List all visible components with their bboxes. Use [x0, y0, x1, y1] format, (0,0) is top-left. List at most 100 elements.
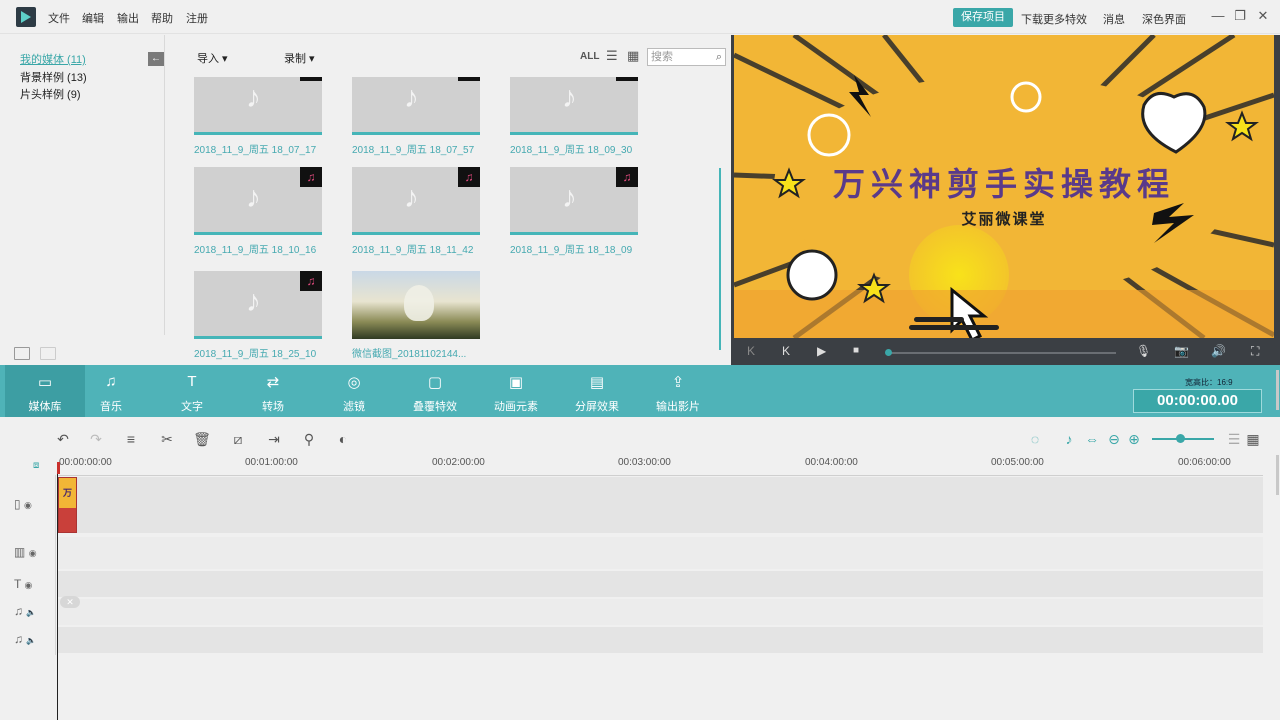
module-overlay[interactable]: ▢ 叠覆特效	[395, 365, 475, 417]
media-item[interactable]: ♪ ♫ 2018_11_9_周五 18_25_10	[194, 271, 322, 367]
module-music[interactable]: ♫ 音乐	[71, 365, 151, 417]
audio-track-1[interactable]	[58, 599, 1263, 625]
menu-export[interactable]: 输出	[117, 10, 139, 26]
tree-item-backgrounds[interactable]: 背景样例 (13)	[20, 69, 87, 85]
restore-button[interactable]: ❐	[1232, 8, 1248, 24]
zoom-slider-handle[interactable]	[1176, 434, 1185, 443]
delete-icon[interactable]: 🗑	[193, 430, 211, 448]
module-filter[interactable]: ◎ 滤镜	[314, 365, 394, 417]
menu-register[interactable]: 注册	[186, 10, 208, 26]
media-item-label: 2018_11_9_周五 18_09_30	[510, 145, 633, 156]
play-button[interactable]: ▶	[817, 344, 826, 358]
messages-link[interactable]: 消息	[1103, 11, 1125, 27]
playhead-handle[interactable]	[57, 462, 60, 474]
module-export[interactable]: ⇪ 输出影片	[638, 365, 718, 417]
import-dropdown[interactable]: 导入 ▾	[197, 50, 228, 66]
stop-button[interactable]: ■	[853, 345, 859, 356]
search-input[interactable]: 搜索 ⌕	[647, 48, 726, 66]
mic-icon[interactable]: 🎙	[1136, 344, 1151, 358]
pip-track-header: ▥ ◉	[14, 545, 54, 559]
list-view-icon[interactable]: ☰	[1225, 430, 1243, 448]
step-forward-button[interactable]: K	[782, 344, 790, 358]
text-icon: T	[187, 373, 197, 390]
module-elements[interactable]: ▣ 动画元素	[476, 365, 556, 417]
menu-file[interactable]: 文件	[48, 10, 70, 26]
grid-view-icon[interactable]: ▦	[1244, 430, 1262, 448]
undo-icon[interactable]: ↶	[54, 430, 72, 448]
dark-ui-link[interactable]: 深色界面	[1142, 11, 1186, 27]
eye-icon[interactable]: ◉	[29, 548, 37, 558]
media-item[interactable]: ♪ 2018_11_9_周五 18_07_57	[352, 77, 480, 173]
elements-icon: ▣	[508, 374, 524, 391]
tree-item-my-media[interactable]: 我的媒体 (11)	[20, 51, 86, 67]
module-split-screen[interactable]: ▤ 分屏效果	[557, 365, 637, 417]
download-effects-link[interactable]: 下载更多特效	[1021, 11, 1087, 27]
media-scrollbar[interactable]	[719, 168, 721, 350]
video-track-header: ▯ ◉	[14, 497, 54, 511]
snap-icon[interactable]: ⧈	[33, 460, 39, 471]
audio-mixer-icon[interactable]: ♪	[1060, 430, 1078, 448]
speaker-icon[interactable]: 🔈	[26, 636, 36, 645]
collapse-panel-button[interactable]: ←	[148, 52, 164, 66]
filter-all[interactable]: ALL	[580, 51, 599, 62]
split-icon[interactable]: ⇥	[265, 430, 283, 448]
eye-icon[interactable]: ◉	[24, 580, 32, 590]
fullscreen-icon[interactable]: ⛶	[1251, 344, 1259, 359]
redo-icon[interactable]: ↷	[87, 430, 105, 448]
preview-scrubber-handle[interactable]	[885, 349, 892, 356]
preview-scrubber-track[interactable]	[888, 352, 1116, 354]
speaker-icon[interactable]: 🔈	[26, 608, 36, 617]
text-track[interactable]	[58, 571, 1263, 597]
pip-track[interactable]	[58, 537, 1263, 569]
tree-item-intros[interactable]: 片头样例 (9)	[20, 86, 81, 102]
aspect-ratio-label[interactable]: 宽高比：16:9	[1185, 377, 1233, 388]
minimize-button[interactable]: —	[1210, 8, 1226, 24]
module-text[interactable]: T 文字	[152, 365, 232, 417]
audio-track-2[interactable]	[58, 627, 1263, 653]
video-clip[interactable]: 万	[58, 477, 77, 533]
media-item[interactable]: 微信截图_20181102144...	[352, 271, 480, 367]
marker-icon[interactable]: ⚲	[300, 430, 318, 448]
transition-icon: ⇄	[266, 374, 280, 391]
menu-edit[interactable]: 编辑	[82, 10, 104, 26]
audio-marker-chip[interactable]: ✕	[60, 596, 80, 608]
save-project-button[interactable]: 保存项目	[953, 8, 1013, 27]
search-icon: ⌕	[715, 51, 722, 63]
volume-icon[interactable]: 🔊	[1211, 344, 1226, 358]
right-scrollbar-top[interactable]	[1276, 370, 1279, 410]
video-track[interactable]	[58, 477, 1263, 533]
menu-help[interactable]: 帮助	[151, 10, 173, 26]
media-item[interactable]: ♪ ♫ 2018_11_9_周五 18_10_16	[194, 167, 322, 263]
media-item[interactable]: ♪ 2018_11_9_周五 18_07_17	[194, 77, 322, 173]
media-item[interactable]: ♪ 2018_11_9_周五 18_09_30	[510, 77, 638, 173]
media-item-label: 2018_11_9_周五 18_07_57	[352, 145, 475, 156]
track-header-divider	[55, 475, 56, 655]
playhead[interactable]	[57, 466, 58, 720]
render-icon[interactable]: ◌	[1026, 430, 1044, 448]
cut-icon[interactable]: ✂	[158, 430, 176, 448]
crop-icon[interactable]: ⧄	[229, 430, 247, 448]
panel-divider	[164, 35, 165, 335]
record-dropdown[interactable]: 录制 ▾	[284, 50, 315, 66]
snapshot-icon[interactable]: 📷	[1174, 344, 1189, 358]
music-icon: ♫	[105, 373, 117, 390]
list-view-icon[interactable]: ☰	[606, 48, 618, 64]
zoom-out-icon[interactable]: ⊖	[1105, 430, 1123, 448]
right-scrollbar[interactable]	[1276, 455, 1279, 495]
fit-timeline-icon[interactable]: ⇔	[1083, 430, 1101, 448]
add-folder-icon[interactable]	[14, 347, 30, 360]
ruler-tick-label: 00:01:00:00	[245, 457, 298, 468]
eye-icon[interactable]: ◉	[24, 500, 32, 510]
media-item[interactable]: ♪ ♫ 2018_11_9_周五 18_11_42	[352, 167, 480, 263]
skip-back-button[interactable]: K	[747, 344, 755, 358]
zoom-in-icon[interactable]: ⊕	[1125, 430, 1143, 448]
color-icon[interactable]: ◐	[334, 430, 352, 448]
delete-folder-icon[interactable]	[40, 347, 56, 360]
timeline-ruler[interactable]: 00:00:00:00 00:01:00:00 00:02:00:00 00:0…	[58, 455, 1263, 476]
grid-view-icon[interactable]: ▦	[627, 48, 639, 64]
module-transition[interactable]: ⇄ 转场	[233, 365, 313, 417]
adjust-icon[interactable]: ≡	[122, 430, 140, 448]
module-bar: ▭ 媒体库 ♫ 音乐 T 文字 ⇄ 转场 ◎ 滤镜 ▢ 叠覆特效 ▣ 动画元素 …	[0, 365, 1280, 417]
close-button[interactable]: ✕	[1255, 8, 1271, 24]
media-item[interactable]: ♪ ♫ 2018_11_9_周五 18_18_09	[510, 167, 638, 263]
